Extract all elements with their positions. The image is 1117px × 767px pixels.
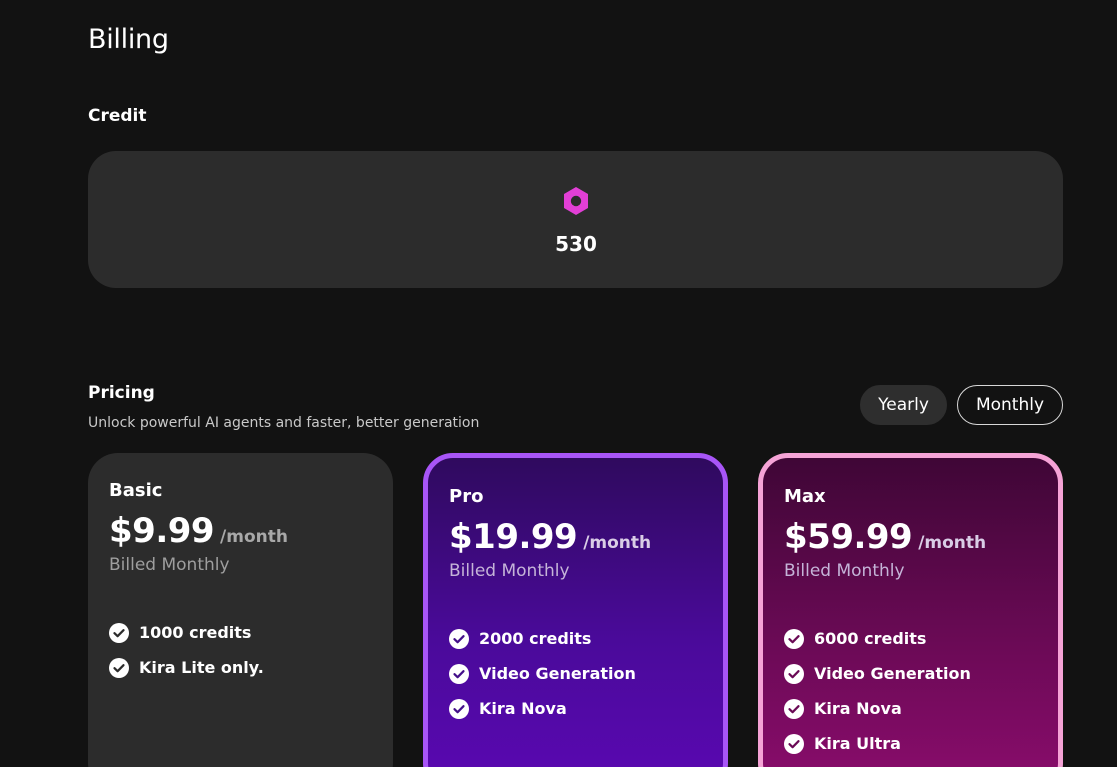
page-title: Billing [88, 24, 169, 55]
credit-section-title: Credit [88, 106, 147, 126]
plan-feature: Video Generation [784, 656, 1044, 691]
billing-page: Billing Credit 530 Pricing Unlock powerf… [0, 0, 1117, 767]
plan-feature-list: 2000 credits Video Generation Kira Nova [449, 621, 709, 726]
plan-period: /month [583, 533, 652, 553]
plan-feature: Kira Ultra [784, 726, 1044, 761]
plan-feature: Kira Lite only. [109, 650, 379, 685]
plan-price: $59.99 [784, 517, 913, 557]
plan-name: Basic [109, 480, 163, 501]
plan-feature: Video Generation [449, 656, 709, 691]
plan-price: $9.99 [109, 511, 215, 551]
pricing-subtitle: Unlock powerful AI agents and faster, be… [88, 415, 480, 431]
yearly-toggle-button[interactable]: Yearly [860, 385, 947, 425]
plan-card-pro[interactable]: Pro $19.99 /month Billed Monthly 2000 cr… [423, 453, 728, 767]
pricing-section-title: Pricing [88, 383, 155, 403]
check-circle-icon [109, 622, 129, 643]
plan-feature: Kira Nova [784, 691, 1044, 726]
check-circle-icon [449, 628, 469, 649]
plan-billing-note: Billed Monthly [784, 561, 905, 581]
monthly-toggle-button[interactable]: Monthly [957, 385, 1063, 425]
plan-feature: 2000 credits [449, 621, 709, 656]
plan-feature: Kira Nova [449, 691, 709, 726]
plan-billing-note: Billed Monthly [449, 561, 570, 581]
check-circle-icon [784, 733, 804, 754]
check-circle-icon [109, 657, 129, 678]
plan-billing-note: Billed Monthly [109, 555, 230, 575]
hexagon-nut-icon [564, 187, 588, 215]
plan-feature-list: 1000 credits Kira Lite only. [109, 615, 379, 685]
plan-card-max[interactable]: Max $59.99 /month Billed Monthly 6000 cr… [758, 453, 1063, 767]
plan-name: Pro [449, 486, 484, 507]
check-circle-icon [784, 698, 804, 719]
check-circle-icon [784, 663, 804, 684]
plan-period: /month [220, 527, 288, 547]
plan-name: Max [784, 486, 826, 507]
plan-feature-list: 6000 credits Video Generation Kira Nova … [784, 621, 1044, 761]
plan-price: $19.99 [449, 517, 578, 557]
check-circle-icon [784, 628, 804, 649]
plan-feature: 1000 credits [109, 615, 379, 650]
plan-feature: 6000 credits [784, 621, 1044, 656]
credit-balance-panel [88, 151, 1063, 288]
credit-balance-value: 530 [555, 232, 597, 256]
plan-period: /month [918, 533, 987, 553]
check-circle-icon [449, 698, 469, 719]
check-circle-icon [449, 663, 469, 684]
plan-card-basic[interactable]: Basic $9.99 /month Billed Monthly 1000 c… [88, 453, 393, 767]
